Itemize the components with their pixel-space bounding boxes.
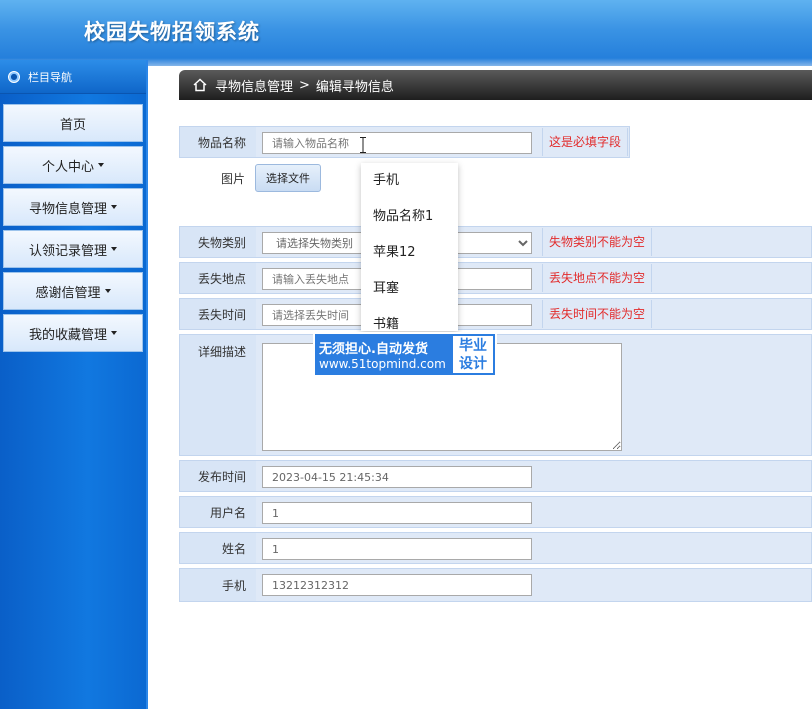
breadcrumb-page: 编辑寻物信息: [315, 79, 394, 95]
breadcrumb-section[interactable]: 寻物信息管理: [215, 76, 293, 95]
sidebar-header: ● 栏目导航: [0, 60, 146, 94]
sidebar-item-label: 认领记录管理: [28, 243, 107, 259]
caret-down-icon: [104, 289, 111, 293]
sidebar-item-label: 我的收藏管理: [28, 327, 107, 343]
item-name-label: 物品名称: [180, 127, 256, 157]
sidebar-item-lost-items[interactable]: 寻物信息管理: [3, 188, 143, 226]
form-row-publish-time: 发布时间: [179, 460, 812, 492]
caret-down-icon: [98, 163, 104, 167]
nav-toggle-icon[interactable]: ●: [8, 70, 20, 83]
publish-time-input[interactable]: [262, 466, 532, 488]
watermark-line1: 无须担心.自动发货: [319, 342, 428, 357]
text-cursor-icon: [360, 137, 366, 153]
category-error: 失物类别不能为空: [542, 228, 653, 256]
breadcrumb: 寻物信息管理 > 编辑寻物信息: [179, 70, 812, 100]
sidebar-item-claim-records[interactable]: 认领记录管理: [3, 230, 143, 268]
autocomplete-dropdown: 手机 物品名称1 苹果12 耳塞 书籍: [361, 163, 458, 331]
home-icon[interactable]: [193, 78, 207, 92]
autocomplete-option[interactable]: 手机: [361, 163, 458, 199]
location-label: 丢失地点: [180, 263, 256, 293]
watermark-badge-line2: 设计: [459, 355, 487, 372]
watermark-text: 无须担心.自动发货 www.51topmind.com: [315, 334, 451, 375]
form-row-item-name: 物品名称 这是必填字段: [179, 126, 630, 158]
watermark-line2: www.51topmind.com: [319, 357, 446, 371]
sidebar-item-label: 寻物信息管理: [28, 201, 107, 217]
form-row-lost-time: 丢失时间 丢失时间不能为空: [179, 298, 812, 330]
item-name-input[interactable]: [262, 132, 532, 154]
autocomplete-option[interactable]: 耳塞: [361, 271, 458, 307]
form-row-username: 用户名: [179, 496, 812, 528]
sidebar-header-label: 栏目导航: [28, 70, 72, 84]
picture-label: 图片: [220, 172, 245, 186]
lost-time-error: 丢失时间不能为空: [542, 300, 653, 328]
description-label: 详细描述: [180, 335, 256, 455]
sidebar-item-label: 个人中心: [41, 159, 94, 175]
sidebar-item-label: 感谢信管理: [35, 285, 101, 301]
breadcrumb-separator: >: [299, 77, 310, 93]
caret-down-icon: [111, 331, 117, 335]
form-row-category: 失物类别 请选择失物类别 失物类别不能为空: [179, 226, 812, 258]
choose-file-button[interactable]: 选择文件: [255, 164, 321, 192]
form-row-phone: 手机: [179, 568, 812, 602]
lost-time-label: 丢失时间: [180, 299, 256, 329]
name-label: 姓名: [180, 533, 256, 563]
watermark-banner: 无须担心.自动发货 www.51topmind.com 毕业 设计: [313, 332, 497, 377]
sidebar-item-favorites[interactable]: 我的收藏管理: [3, 314, 143, 352]
autocomplete-option[interactable]: 苹果12: [361, 235, 458, 271]
autocomplete-option[interactable]: 物品名称1: [361, 199, 458, 235]
caret-down-icon: [111, 247, 117, 251]
form-row-name: 姓名: [179, 532, 812, 564]
publish-time-label: 发布时间: [180, 461, 256, 491]
username-label: 用户名: [180, 497, 256, 527]
username-input[interactable]: [262, 502, 532, 524]
app-title: 校园失物招领系统: [84, 20, 260, 44]
watermark-badge-line1: 毕业: [459, 337, 487, 354]
phone-label: 手机: [180, 569, 256, 601]
watermark-badge: 毕业 设计: [451, 334, 495, 375]
sidebar-menu: 首页 个人中心 寻物信息管理 认领记录管理 感谢信管理 我的收藏管理: [0, 94, 146, 352]
sidebar-item-personal-center[interactable]: 个人中心: [3, 146, 143, 184]
form-row-location: 丢失地点 丢失地点不能为空: [179, 262, 812, 294]
app-header: 校园失物招领系统: [0, 0, 812, 66]
category-label: 失物类别: [180, 227, 256, 257]
phone-input[interactable]: [262, 574, 532, 596]
sidebar: ● 栏目导航 首页 个人中心 寻物信息管理 认领记录管理 感谢信管理 我的收藏管…: [0, 60, 148, 709]
sidebar-item-thank-letters[interactable]: 感谢信管理: [3, 272, 143, 310]
form-row-picture: 图片 选择文件: [179, 162, 812, 198]
item-name-error: 这是必填字段: [542, 128, 629, 156]
name-input[interactable]: [262, 538, 532, 560]
sidebar-item-label: 首页: [59, 117, 86, 133]
caret-down-icon: [111, 205, 117, 209]
sidebar-item-home[interactable]: 首页: [3, 104, 143, 142]
location-error: 丢失地点不能为空: [542, 264, 653, 292]
autocomplete-option[interactable]: 书籍: [361, 307, 458, 331]
